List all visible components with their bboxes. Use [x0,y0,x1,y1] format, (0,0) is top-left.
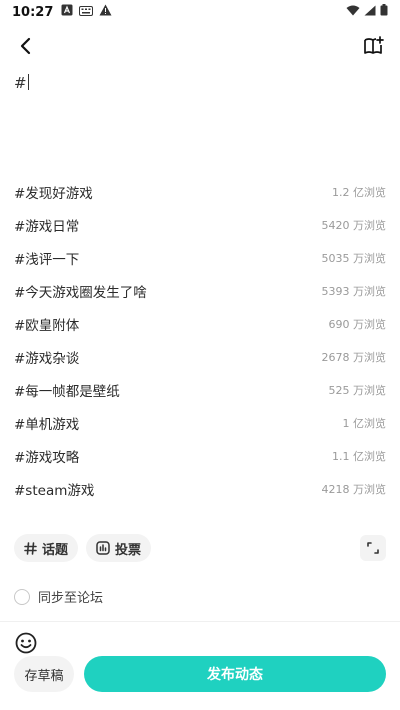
topic-views: 1.2 亿浏览 [332,185,386,199]
editor-text: # [14,74,27,92]
keyboard-icon [79,5,94,20]
topic-row[interactable]: #浅评一下 5035 万浏览 [0,241,400,274]
topic-name: #steam游戏 [14,482,95,499]
sync-label: 同步至论坛 [38,591,104,606]
topic-name: #每一帧都是壁纸 [14,383,120,400]
emoji-button[interactable] [14,631,38,655]
topic-row[interactable]: #游戏攻略 1.1 亿浏览 [0,439,400,472]
publish-button[interactable]: 发布动态 [84,656,386,692]
topic-name: #浅评一下 [14,251,80,268]
status-time: 10:27 [12,4,54,20]
topic-name: #发现好游戏 [14,185,93,202]
composer-toolbar: 话题 投票 [14,533,386,563]
topic-views: 4218 万浏览 [321,482,387,496]
wifi-icon [346,5,360,20]
topic-row[interactable]: #steam游戏 4218 万浏览 [0,472,400,505]
topic-name: #游戏日常 [14,218,80,235]
topic-views: 1 亿浏览 [342,416,387,430]
topic-row[interactable]: #游戏杂谈 2678 万浏览 [0,340,400,373]
bottom-action-bar: 存草稿 发布动态 [14,656,386,692]
topic-name: #今天游戏圈发生了啥 [14,284,147,301]
hashtag-icon [24,541,37,555]
back-arrow-icon [20,37,31,55]
battery-icon [380,4,388,20]
topic-guide-button[interactable] [360,32,388,60]
text-cursor [27,74,29,90]
status-icons-right [346,4,388,20]
sync-to-forum-option[interactable]: 同步至论坛 [14,587,103,606]
topic-row[interactable]: #发现好游戏 1.2 亿浏览 [0,175,400,208]
vote-button-label: 投票 [115,542,142,558]
topic-row[interactable]: #单机游戏 1 亿浏览 [0,406,400,439]
a-icon [61,4,73,20]
vote-button[interactable]: 投票 [86,534,152,562]
signal-icon [364,5,376,20]
topic-views: 2678 万浏览 [321,350,387,364]
expand-editor-button[interactable] [360,535,386,561]
topic-button-label: 话题 [42,542,69,558]
topic-views: 1.1 亿浏览 [332,449,386,463]
topic-views: 5393 万浏览 [321,284,387,298]
topic-row[interactable]: #欧皇附体 690 万浏览 [0,307,400,340]
topic-suggestion-list: #发现好游戏 1.2 亿浏览 #游戏日常 5420 万浏览 #浅评一下 5035… [0,175,400,505]
expand-icon [367,542,379,554]
topic-name: #欧皇附体 [14,317,80,334]
topic-row[interactable]: #游戏日常 5420 万浏览 [0,208,400,241]
topic-views: 5420 万浏览 [321,218,387,232]
topic-views: 690 万浏览 [328,317,387,331]
topic-button[interactable]: 话题 [14,534,79,562]
status-bar: 10:27 [0,0,400,24]
status-icons-left [61,4,112,20]
post-editor[interactable]: # [14,74,386,164]
top-bar [0,28,400,64]
save-draft-button[interactable]: 存草稿 [14,656,74,692]
topic-name: #游戏攻略 [14,449,80,466]
topic-views: 525 万浏览 [328,383,387,397]
topic-row[interactable]: #今天游戏圈发生了啥 5393 万浏览 [0,274,400,307]
vote-icon [96,541,110,555]
smiley-icon [15,632,37,654]
warning-icon [99,4,112,20]
topic-name: #游戏杂谈 [14,350,80,367]
topic-views: 5035 万浏览 [321,251,387,265]
back-button[interactable] [12,32,40,60]
topic-name: #单机游戏 [14,416,80,433]
book-plus-icon [364,36,384,54]
topic-row[interactable]: #每一帧都是壁纸 525 万浏览 [0,373,400,406]
divider [0,621,400,622]
sync-radio[interactable] [14,588,30,605]
